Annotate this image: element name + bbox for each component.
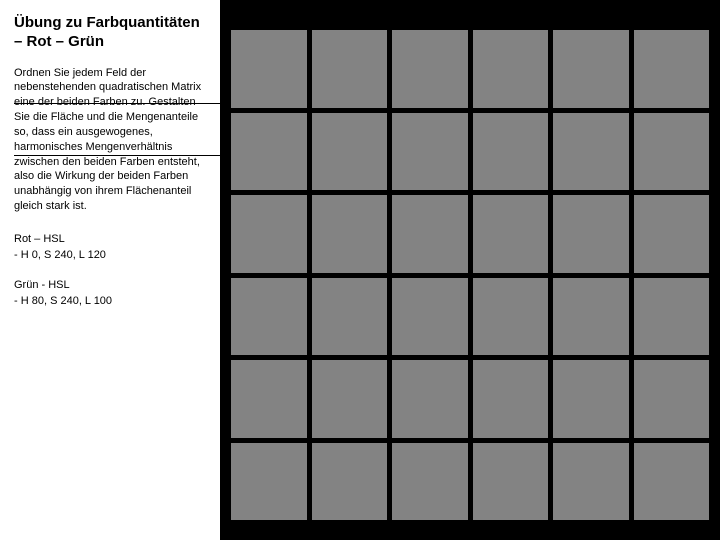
sidebar: Übung zu Farbquantitäten – Rot – Grün Or… — [0, 0, 220, 540]
matrix-cell[interactable] — [312, 443, 388, 521]
matrix-cell[interactable] — [312, 195, 388, 273]
matrix-cell[interactable] — [312, 360, 388, 438]
matrix-cell[interactable] — [231, 360, 307, 438]
underline-rule-2 — [14, 155, 260, 156]
matrix-cell[interactable] — [231, 443, 307, 521]
color-spec-green: Grün - HSL - H 80, S 240, L 100 — [14, 278, 204, 310]
matrix-cell[interactable] — [553, 360, 629, 438]
matrix-cell[interactable] — [634, 30, 710, 108]
matrix-cell[interactable] — [312, 30, 388, 108]
matrix-cell[interactable] — [553, 113, 629, 191]
slide: Übung zu Farbquantitäten – Rot – Grün Or… — [0, 0, 720, 540]
matrix-cell[interactable] — [312, 278, 388, 356]
matrix-cell[interactable] — [473, 113, 549, 191]
matrix-cell[interactable] — [473, 30, 549, 108]
matrix-cell[interactable] — [231, 30, 307, 108]
matrix-cell[interactable] — [634, 360, 710, 438]
matrix-cell[interactable] — [392, 278, 468, 356]
matrix-cell[interactable] — [473, 443, 549, 521]
matrix-cell[interactable] — [312, 113, 388, 191]
color-spec-green-values: - H 80, S 240, L 100 — [14, 294, 204, 310]
matrix-cell[interactable] — [634, 195, 710, 273]
matrix-cell[interactable] — [392, 360, 468, 438]
matrix-cell[interactable] — [392, 195, 468, 273]
color-matrix — [231, 30, 709, 520]
color-spec-red: Rot – HSL - H 0, S 240, L 120 — [14, 232, 204, 264]
color-spec-red-name: Rot – HSL — [14, 232, 204, 248]
matrix-cell[interactable] — [553, 195, 629, 273]
matrix-cell[interactable] — [634, 443, 710, 521]
matrix-cell[interactable] — [473, 195, 549, 273]
matrix-cell[interactable] — [634, 278, 710, 356]
matrix-cell[interactable] — [473, 278, 549, 356]
matrix-cell[interactable] — [553, 30, 629, 108]
matrix-cell[interactable] — [231, 113, 307, 191]
color-spec-green-name: Grün - HSL — [14, 278, 204, 294]
matrix-cell[interactable] — [392, 443, 468, 521]
matrix-cell[interactable] — [231, 278, 307, 356]
matrix-cell[interactable] — [553, 443, 629, 521]
instructions-text: Ordnen Sie jedem Feld der nebenstehenden… — [14, 66, 204, 214]
matrix-cell[interactable] — [231, 195, 307, 273]
matrix-cell[interactable] — [473, 360, 549, 438]
matrix-cell[interactable] — [392, 113, 468, 191]
matrix-cell[interactable] — [634, 113, 710, 191]
heading: Übung zu Farbquantitäten – Rot – Grün — [14, 14, 204, 52]
sidebar-content: Übung zu Farbquantitäten – Rot – Grün Or… — [0, 0, 220, 338]
underline-rule-1 — [14, 103, 260, 104]
color-spec-red-values: - H 0, S 240, L 120 — [14, 248, 204, 264]
matrix-cell[interactable] — [553, 278, 629, 356]
matrix-cell[interactable] — [392, 30, 468, 108]
